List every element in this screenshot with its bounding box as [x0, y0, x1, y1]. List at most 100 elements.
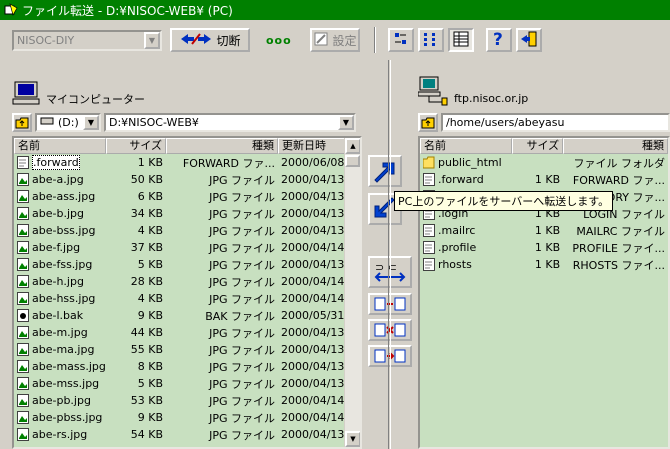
file-icon — [17, 292, 32, 306]
scroll-up-arrow-icon[interactable]: ▲ — [345, 138, 360, 154]
pane-divider[interactable] — [388, 60, 391, 449]
local-up-folder-button[interactable] — [12, 113, 32, 132]
upload-button[interactable] — [368, 155, 402, 187]
file-type: JPG ファイル — [209, 343, 275, 357]
file-row[interactable]: abe-mss.jpg 5 KB JPG ファイル 2000/04/13 02 — [14, 375, 360, 392]
up-folder-icon — [421, 117, 435, 128]
file-icon — [17, 428, 32, 442]
file-row[interactable]: .profile 1 KB PROFILE ファイ... — [420, 239, 668, 256]
file-name: abe-a.jpg — [14, 173, 106, 187]
ftp-window: ファイル転送 - D:¥NISOC-WEB¥ (PC) NISOC-DIY ▼ … — [0, 0, 670, 449]
file-type: JPG ファイル — [209, 326, 275, 340]
large-icons-view-button[interactable] — [388, 28, 414, 52]
list-view-button[interactable] — [418, 28, 444, 52]
remote-path-field[interactable]: /home/users/abeyasu — [441, 113, 670, 132]
file-type: RHOSTS ファイ... — [572, 258, 665, 272]
file-row[interactable]: rhosts 1 KB RHOSTS ファイ... — [420, 256, 668, 273]
file-name: abe-fss.jpg — [14, 258, 106, 272]
col-name-header[interactable]: 名前 — [420, 138, 512, 154]
file-icon — [423, 224, 438, 238]
folder-icon — [423, 156, 438, 170]
file-row[interactable]: .mailrc 1 KB MAILRC ファイル — [420, 222, 668, 239]
file-row[interactable]: abe-l.bak 9 KB BAK ファイル 2000/05/31 18 — [14, 307, 360, 324]
remote-path-value: /home/users/abeyasu — [446, 116, 565, 129]
chevron-down-icon[interactable]: ▼ — [83, 115, 99, 130]
profile-select[interactable]: NISOC-DIY ▼ — [12, 30, 162, 51]
file-size: 6 KB — [137, 190, 163, 203]
file-row[interactable]: abe-rs.jpg 54 KB JPG ファイル 2000/04/13 14 — [14, 426, 360, 443]
file-row[interactable]: abe-ma.jpg 55 KB JPG ファイル 2000/04/13 14 — [14, 341, 360, 358]
file-size: 9 KB — [137, 411, 163, 424]
file-row[interactable]: public_html ファイル フォルダ — [420, 154, 668, 171]
file-name: .mailrc — [420, 224, 512, 238]
file-name-text: abe-bss.jpg — [32, 224, 96, 237]
file-name-text: .forward — [32, 155, 80, 170]
details-view-icon — [453, 31, 469, 50]
file-row[interactable]: abe-b.jpg 34 KB JPG ファイル 2000/04/13 14 — [14, 205, 360, 222]
file-row[interactable]: abe-pb.jpg 53 KB JPG ファイル 2000/04/14 23 — [14, 392, 360, 409]
local-panel-title: マイコンピューター — [46, 92, 145, 106]
file-row[interactable]: abe-bss.jpg 4 KB JPG ファイル 2000/04/13 02 — [14, 222, 360, 239]
col-type-header[interactable]: 種類 — [166, 138, 278, 154]
file-name: abe-m.jpg — [14, 326, 106, 340]
file-type: PROFILE ファイ... — [572, 241, 665, 255]
file-name-text: abe-rs.jpg — [32, 428, 88, 441]
scroll-down-arrow-icon[interactable]: ▼ — [345, 431, 360, 447]
help-button[interactable]: ? — [486, 28, 512, 52]
file-icon — [17, 156, 32, 170]
remote-file-list[interactable]: 名前 サイズ 種類 public_html ファイル フォルダ .forward 1 … — [418, 136, 670, 449]
drive-value: (D:) — [58, 116, 79, 129]
file-type: JPG ファイル — [209, 275, 275, 289]
file-row[interactable]: abe-pbss.jpg 9 KB JPG ファイル 2000/04/14 17 — [14, 409, 360, 426]
col-size-header[interactable]: サイズ — [106, 138, 166, 154]
file-icon — [17, 241, 32, 255]
scroll-thumb[interactable] — [345, 155, 360, 167]
file-row[interactable]: abe-a.jpg 50 KB JPG ファイル 2000/04/13 14 — [14, 171, 360, 188]
file-row[interactable]: .forward 1 KB FORWARD ファ... — [420, 171, 668, 188]
file-type: FORWARD ファ... — [182, 156, 275, 170]
large-icons-icon — [393, 31, 409, 50]
local-path-field[interactable]: D:¥NISOC-WEB¥ ▼ — [104, 113, 356, 132]
exit-button[interactable] — [516, 28, 542, 52]
profile-value: NISOC-DIY — [17, 34, 75, 47]
list-view-icon — [423, 31, 439, 50]
file-type: JPG ファイル — [209, 411, 275, 425]
file-row[interactable]: abe-mass.jpg 8 KB JPG ファイル 2000/04/13 02 — [14, 358, 360, 375]
file-name-text: public_html — [438, 156, 502, 169]
local-rows: .forward 1 KB FORWARD ファ... 2000/06/08 08 ab… — [14, 154, 360, 443]
file-name-text: abe-a.jpg — [32, 173, 84, 186]
drive-select[interactable]: (D:) ▼ — [35, 113, 101, 132]
file-name: rhosts — [420, 258, 512, 272]
file-row[interactable]: abe-hss.jpg 4 KB JPG ファイル 2000/04/14 17 — [14, 290, 360, 307]
file-size: 9 KB — [137, 309, 163, 322]
remote-rows: public_html ファイル フォルダ .forward 1 KB FORWARD … — [420, 154, 668, 273]
file-name: .forward — [14, 155, 106, 170]
file-name-text: abe-mss.jpg — [32, 377, 100, 390]
remote-panel-header: ftp.nisoc.or.jp — [417, 76, 528, 109]
chevron-down-icon[interactable]: ▼ — [144, 32, 160, 49]
remote-path-bar: /home/users/abeyasu — [418, 113, 670, 132]
remote-up-folder-button[interactable] — [418, 113, 438, 132]
file-type: JPG ファイル — [209, 258, 275, 272]
col-size-header[interactable]: サイズ — [511, 138, 564, 154]
file-icon — [17, 173, 32, 187]
file-size: 1 KB — [534, 173, 561, 186]
computer-icon — [12, 80, 40, 109]
details-view-button[interactable] — [448, 28, 474, 52]
settings-button[interactable]: 設定 — [310, 28, 360, 52]
local-scrollbar[interactable]: ▲ ▼ — [344, 138, 360, 447]
file-type: JPG ファイル — [209, 173, 275, 187]
local-file-list[interactable]: 名前 サイズ 種類 更新日時 .forward 1 KB FORWARD ファ...… — [12, 136, 362, 449]
file-icon — [17, 190, 32, 204]
file-row[interactable]: .forward 1 KB FORWARD ファ... 2000/06/08 08 — [14, 154, 360, 171]
file-row[interactable]: abe-fss.jpg 5 KB JPG ファイル 2000/04/13 02 — [14, 256, 360, 273]
up-folder-icon — [15, 117, 29, 128]
file-row[interactable]: abe-m.jpg 44 KB JPG ファイル 2000/04/13 14 — [14, 324, 360, 341]
file-row[interactable]: abe-f.jpg 37 KB JPG ファイル 2000/04/14 23 — [14, 239, 360, 256]
col-type-header[interactable]: 種類 — [563, 138, 668, 154]
file-row[interactable]: abe-h.jpg 28 KB JPG ファイル 2000/04/14 17 — [14, 273, 360, 290]
col-name-header[interactable]: 名前 — [14, 138, 106, 154]
file-row[interactable]: abe-ass.jpg 6 KB JPG ファイル 2000/04/13 02 — [14, 188, 360, 205]
disconnect-button[interactable]: 切断 — [170, 28, 250, 52]
chevron-down-icon[interactable]: ▼ — [338, 115, 354, 130]
